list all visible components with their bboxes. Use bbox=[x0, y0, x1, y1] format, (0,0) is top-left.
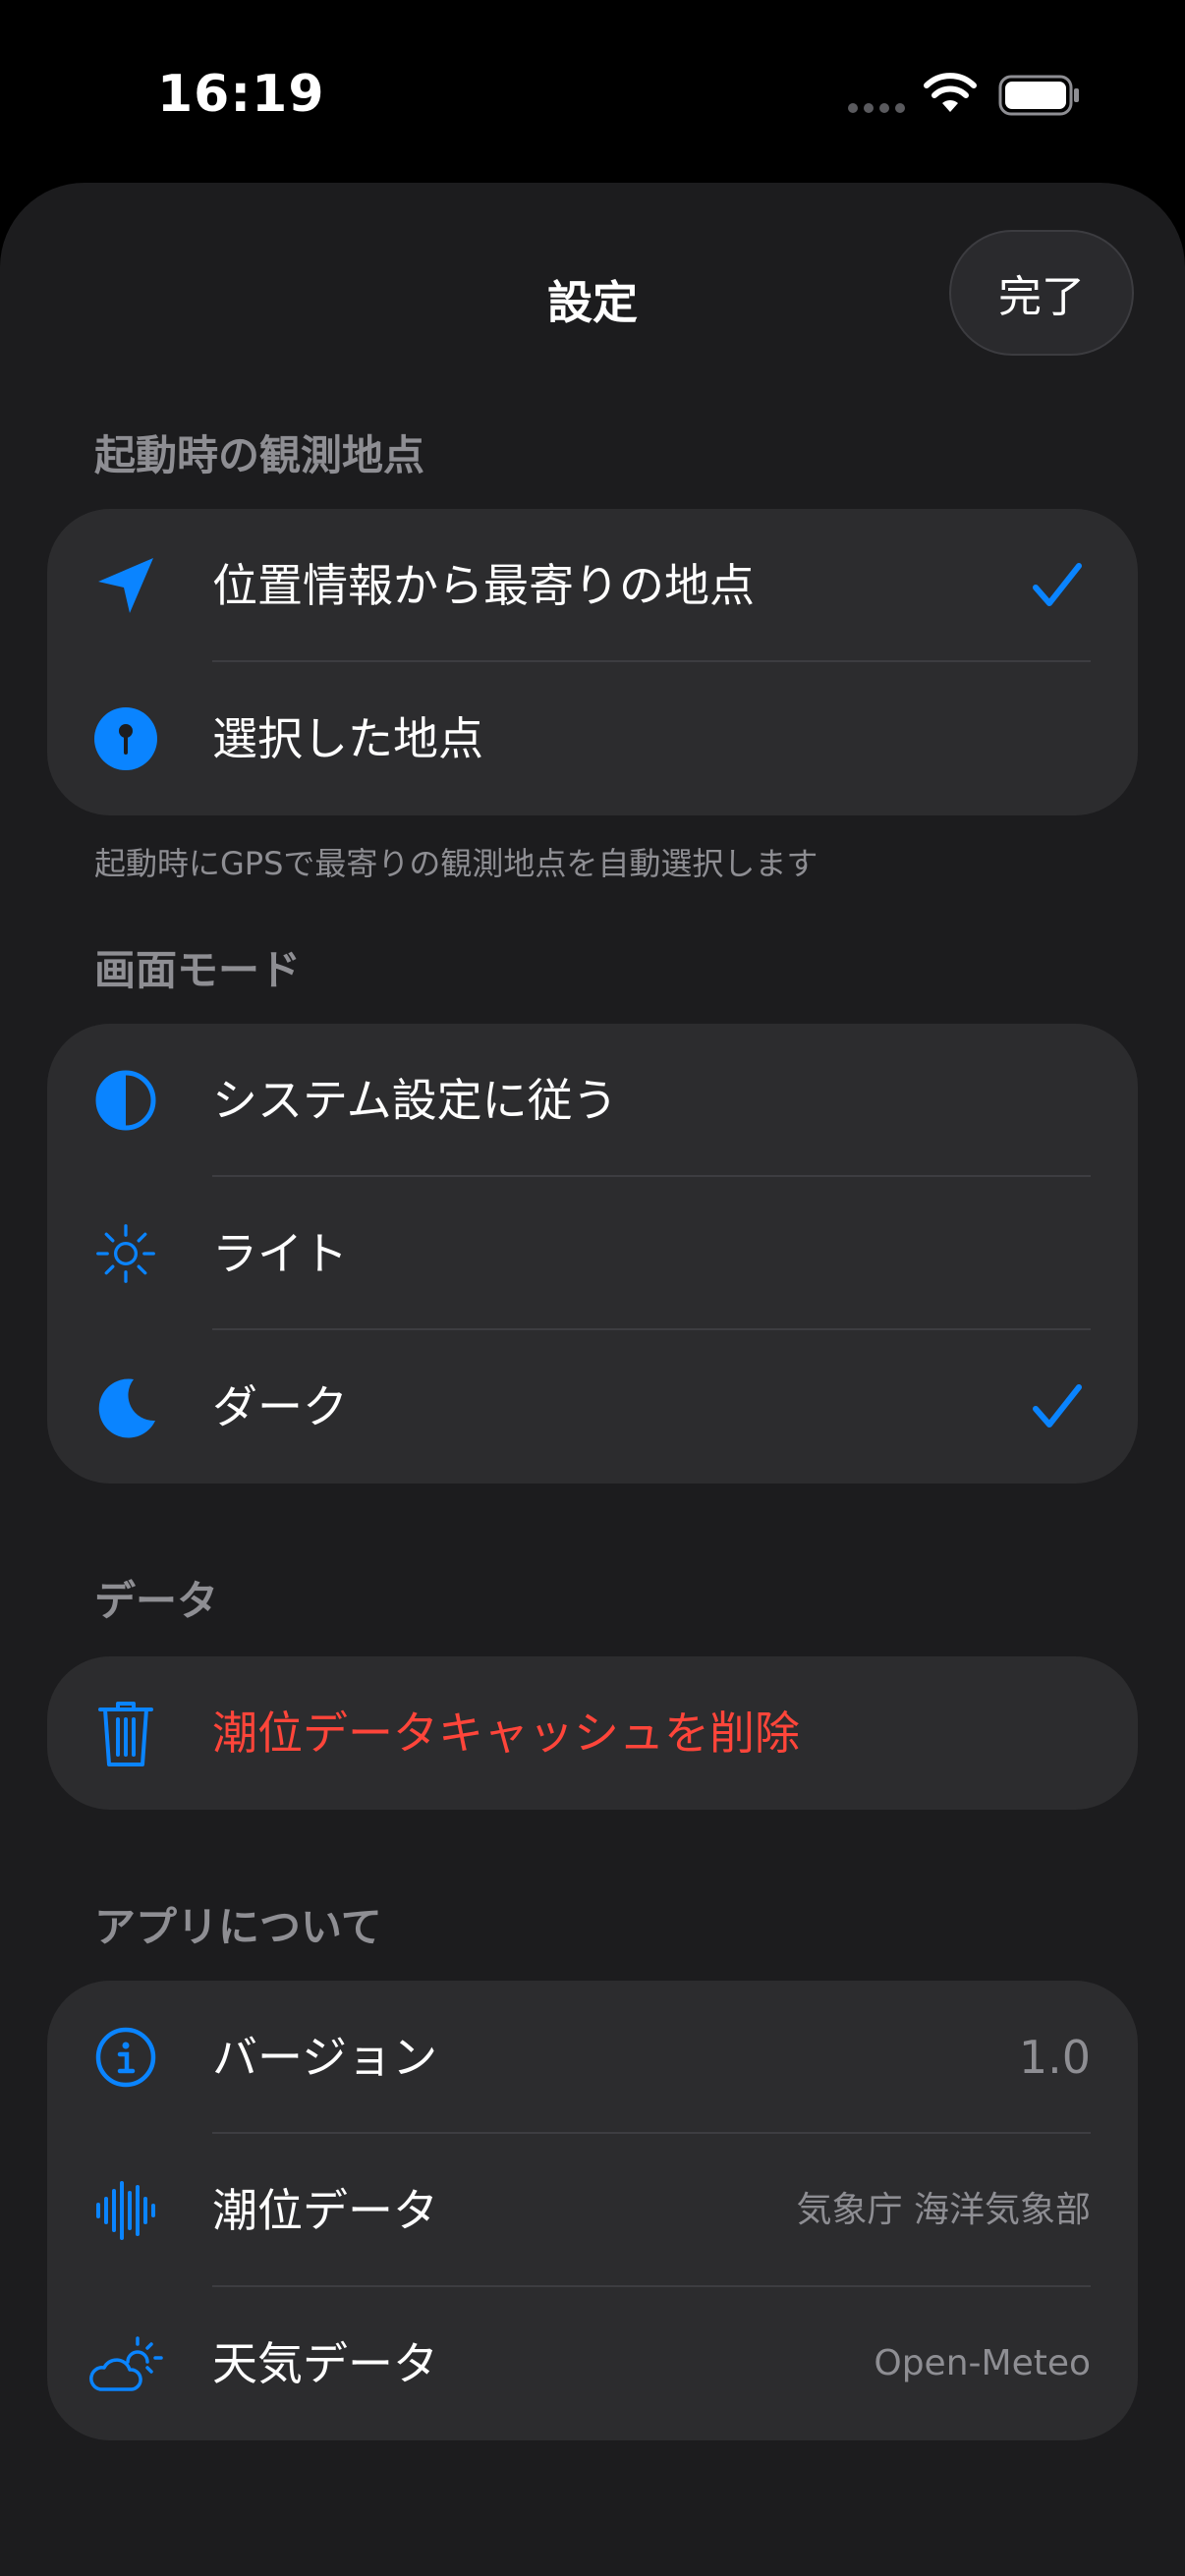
clear-cache-button[interactable]: 潮位データキャッシュを削除 bbox=[47, 1656, 1138, 1810]
about-label: 潮位データ bbox=[212, 2184, 438, 2237]
waveform-icon bbox=[94, 2179, 157, 2242]
clear-cache-label: 潮位データキャッシュを削除 bbox=[212, 1707, 800, 1760]
status-time: 16:19 bbox=[157, 65, 325, 124]
option-label: ダーク bbox=[212, 1380, 348, 1433]
about-row-weather-data: 天気データ Open-Meteo bbox=[47, 2287, 1138, 2440]
checkmark-icon bbox=[1033, 1384, 1082, 1428]
moon-icon bbox=[94, 1375, 157, 1438]
trash-icon bbox=[94, 1702, 157, 1766]
startup-location-card: 位置情報から最寄りの地点 選択した地点 bbox=[47, 509, 1138, 815]
checkmark-icon bbox=[1033, 563, 1082, 606]
about-row-version: バージョン 1.0 bbox=[47, 1981, 1138, 2134]
about-label: 天気データ bbox=[212, 2337, 438, 2390]
section-header-display: 画面モード bbox=[94, 946, 302, 994]
wifi-icon bbox=[924, 73, 977, 112]
info-icon bbox=[94, 2026, 157, 2089]
section-header-startup: 起動時の観測地点 bbox=[94, 431, 425, 479]
battery-icon bbox=[998, 75, 1079, 116]
location-arrow-icon bbox=[94, 554, 157, 617]
cloud-sun-icon bbox=[86, 2332, 169, 2395]
option-system-mode[interactable]: システム設定に従う bbox=[47, 1024, 1138, 1177]
option-light-mode[interactable]: ライト bbox=[47, 1177, 1138, 1330]
option-label: 位置情報から最寄りの地点 bbox=[212, 559, 755, 612]
half-circle-icon bbox=[94, 1069, 157, 1132]
option-label: システム設定に従う bbox=[212, 1074, 618, 1127]
section-header-about: アプリについて bbox=[94, 1903, 382, 1951]
option-selected-location[interactable]: 選択した地点 bbox=[47, 662, 1138, 815]
display-mode-card: システム設定に従う ライト ダーク bbox=[47, 1024, 1138, 1484]
version-value: 1.0 bbox=[1018, 2031, 1091, 2084]
status-bar: 16:19 bbox=[0, 0, 1185, 187]
startup-footer-note: 起動時にGPSで最寄りの観測地点を自動選択します bbox=[94, 845, 818, 882]
about-row-tide-data: 潮位データ 気象庁 海洋気象部 bbox=[47, 2134, 1138, 2287]
settings-sheet: 設定 完了 起動時の観測地点 位置情報から最寄りの地点 選択した地点 起動時にG… bbox=[0, 183, 1185, 2576]
tide-data-source: 気象庁 海洋気象部 bbox=[796, 2190, 1091, 2230]
sun-icon bbox=[94, 1222, 157, 1285]
section-header-data: データ bbox=[94, 1577, 219, 1625]
option-dark-mode[interactable]: ダーク bbox=[47, 1330, 1138, 1484]
data-card: 潮位データキャッシュを削除 bbox=[47, 1656, 1138, 1810]
about-card: バージョン 1.0 潮位データ 気象庁 海洋気象部 天気データ Open-Met… bbox=[47, 1981, 1138, 2440]
option-label: ライト bbox=[212, 1227, 348, 1280]
option-label: 選択した地点 bbox=[212, 712, 483, 765]
cellular-signal-icon bbox=[848, 103, 905, 113]
weather-data-source: Open-Meteo bbox=[874, 2343, 1091, 2383]
option-nearest-location[interactable]: 位置情報から最寄りの地点 bbox=[47, 509, 1138, 662]
about-label: バージョン bbox=[212, 2031, 438, 2084]
done-button[interactable]: 完了 bbox=[949, 230, 1134, 356]
map-pin-icon bbox=[94, 707, 157, 770]
